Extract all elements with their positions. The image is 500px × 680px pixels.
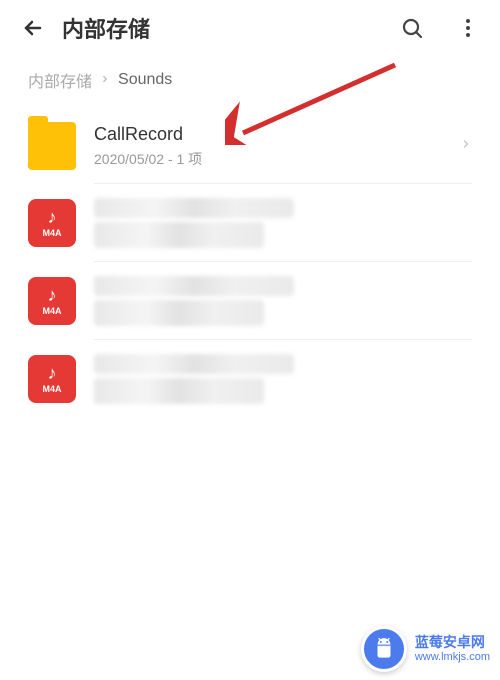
back-arrow-icon bbox=[20, 16, 44, 40]
watermark-title: 蓝莓安卓网 bbox=[415, 634, 490, 651]
search-button[interactable] bbox=[392, 8, 432, 48]
chevron-right-icon bbox=[100, 71, 110, 89]
music-note-icon: ♪ bbox=[48, 286, 57, 304]
back-button[interactable] bbox=[12, 8, 52, 48]
m4a-icon: ♪ M4A bbox=[28, 199, 76, 247]
more-vertical-icon bbox=[456, 16, 480, 40]
redacted-filename bbox=[94, 354, 294, 374]
watermark: 蓝莓安卓网 www.lmkjs.com bbox=[361, 626, 490, 672]
m4a-icon: ♪ M4A bbox=[28, 277, 76, 325]
m4a-icon: ♪ M4A bbox=[28, 355, 76, 403]
folder-icon bbox=[28, 122, 76, 170]
breadcrumb: 内部存储 Sounds bbox=[0, 56, 500, 108]
breadcrumb-root[interactable]: 内部存储 bbox=[28, 68, 92, 92]
redacted-details bbox=[94, 300, 264, 326]
folder-item-callrecord[interactable]: CallRecord 2020/05/02 - 1 项 bbox=[28, 108, 472, 184]
search-icon bbox=[400, 16, 424, 40]
chevron-right-icon bbox=[460, 137, 472, 155]
more-button[interactable] bbox=[448, 8, 488, 48]
header-actions bbox=[392, 8, 488, 48]
watermark-logo-icon bbox=[361, 626, 407, 672]
file-type-badge: M4A bbox=[42, 306, 61, 316]
audio-item[interactable]: ♪ M4A bbox=[28, 184, 472, 262]
redacted-details bbox=[94, 378, 264, 404]
redacted-filename bbox=[94, 198, 294, 218]
row-text bbox=[94, 354, 472, 404]
row-text bbox=[94, 276, 472, 326]
audio-item[interactable]: ♪ M4A bbox=[28, 262, 472, 340]
music-note-icon: ♪ bbox=[48, 208, 57, 226]
file-type-badge: M4A bbox=[42, 228, 61, 238]
row-text: CallRecord 2020/05/02 - 1 项 bbox=[94, 124, 460, 169]
audio-item[interactable]: ♪ M4A bbox=[28, 340, 472, 418]
folder-name: CallRecord bbox=[94, 124, 460, 145]
watermark-url: www.lmkjs.com bbox=[415, 651, 490, 664]
music-note-icon: ♪ bbox=[48, 364, 57, 382]
file-type-badge: M4A bbox=[42, 384, 61, 394]
page-title: 内部存储 bbox=[62, 12, 392, 44]
breadcrumb-current: Sounds bbox=[118, 71, 172, 89]
watermark-text: 蓝莓安卓网 www.lmkjs.com bbox=[415, 634, 490, 664]
redacted-filename bbox=[94, 276, 294, 296]
row-text bbox=[94, 198, 472, 248]
redacted-details bbox=[94, 222, 264, 248]
app-header: 内部存储 bbox=[0, 0, 500, 56]
file-list: CallRecord 2020/05/02 - 1 项 ♪ M4A ♪ M4A … bbox=[0, 108, 500, 418]
folder-subtitle: 2020/05/02 - 1 项 bbox=[94, 149, 460, 169]
